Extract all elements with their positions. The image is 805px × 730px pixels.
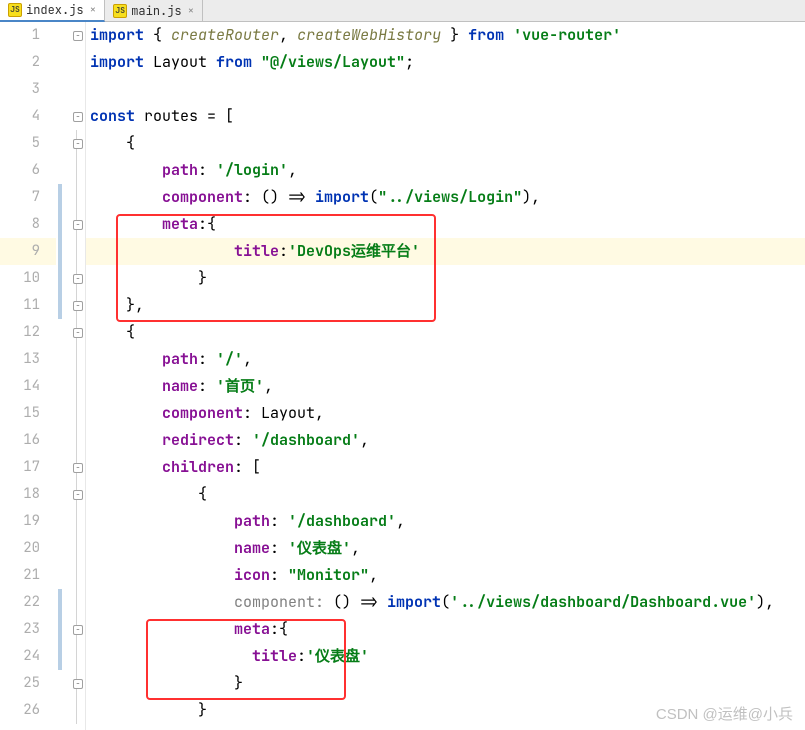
js-icon: JS <box>113 4 127 18</box>
line-number[interactable]: 14 <box>0 373 56 400</box>
line-number[interactable]: 24 <box>0 643 56 670</box>
code-line[interactable]: title:'DevOps运维平台' <box>86 238 805 265</box>
line-number[interactable]: 1 <box>0 22 56 49</box>
code-line[interactable]: path: '/login', <box>86 157 805 184</box>
line-number[interactable]: 11 <box>0 292 56 319</box>
line-number[interactable]: 22 <box>0 589 56 616</box>
line-number[interactable]: 5 <box>0 130 56 157</box>
line-number[interactable]: 3 <box>0 76 56 103</box>
code-line[interactable]: const routes = [ <box>86 103 805 130</box>
code-line[interactable]: meta:{ <box>86 211 805 238</box>
editor: 1 2 3 4 5 6 7 8 9 10 11 12 13 14 15 16 1… <box>0 22 805 730</box>
code-line[interactable]: children: [ <box>86 454 805 481</box>
fold-icon[interactable]: − <box>73 679 83 689</box>
code-line[interactable]: path: '/dashboard', <box>86 508 805 535</box>
line-number[interactable]: 25 <box>0 670 56 697</box>
code-line[interactable]: redirect: '/dashboard', <box>86 427 805 454</box>
line-number[interactable]: 15 <box>0 400 56 427</box>
code-line[interactable]: } <box>86 697 805 724</box>
line-number[interactable]: 2 <box>0 49 56 76</box>
line-number[interactable]: 12 <box>0 319 56 346</box>
code-line[interactable]: { <box>86 130 805 157</box>
code-line[interactable]: name: '首页', <box>86 373 805 400</box>
line-number[interactable]: 10 <box>0 265 56 292</box>
line-number[interactable]: 4 <box>0 103 56 130</box>
change-markers <box>56 22 70 730</box>
code-line[interactable] <box>86 76 805 103</box>
code-line[interactable]: { <box>86 319 805 346</box>
code-line[interactable]: } <box>86 670 805 697</box>
line-number[interactable]: 7 <box>0 184 56 211</box>
tab-index-js[interactable]: JS index.js × <box>0 0 105 22</box>
tab-label: main.js <box>131 3 181 19</box>
fold-icon[interactable]: − <box>73 490 83 500</box>
close-icon[interactable]: × <box>90 3 97 17</box>
fold-icon[interactable]: − <box>73 301 83 311</box>
code-line[interactable]: }, <box>86 292 805 319</box>
line-number[interactable]: 6 <box>0 157 56 184</box>
fold-icon[interactable]: − <box>73 112 83 122</box>
line-number[interactable]: 23 <box>0 616 56 643</box>
code-line[interactable]: component: () => import('../views/dashbo… <box>86 589 805 616</box>
code-line[interactable]: path: '/', <box>86 346 805 373</box>
line-gutter: 1 2 3 4 5 6 7 8 9 10 11 12 13 14 15 16 1… <box>0 22 56 730</box>
code-line[interactable]: title:'仪表盘' <box>86 643 805 670</box>
code-line[interactable]: component: () => import("../views/Login"… <box>86 184 805 211</box>
fold-icon[interactable]: − <box>73 274 83 284</box>
line-number[interactable]: 18 <box>0 481 56 508</box>
fold-icon[interactable]: − <box>73 220 83 230</box>
line-number[interactable]: 9 <box>0 238 56 265</box>
fold-icon[interactable]: − <box>73 463 83 473</box>
code-line[interactable]: icon: "Monitor", <box>86 562 805 589</box>
fold-icon[interactable]: − <box>73 139 83 149</box>
line-number[interactable]: 20 <box>0 535 56 562</box>
code-line[interactable]: meta:{ <box>86 616 805 643</box>
fold-icon[interactable]: − <box>73 31 83 41</box>
code-area[interactable]: import { createRouter, createWebHistory … <box>86 22 805 730</box>
tab-label: index.js <box>26 2 84 18</box>
line-number[interactable]: 21 <box>0 562 56 589</box>
code-line[interactable]: } <box>86 265 805 292</box>
code-line[interactable]: import Layout from "@/views/Layout"; <box>86 49 805 76</box>
line-number[interactable]: 8 <box>0 211 56 238</box>
code-line[interactable]: import { createRouter, createWebHistory … <box>86 22 805 49</box>
code-line[interactable]: component: Layout, <box>86 400 805 427</box>
code-line[interactable]: { <box>86 481 805 508</box>
line-number[interactable]: 17 <box>0 454 56 481</box>
fold-gutter: − − − − − − − − − − − <box>70 22 86 730</box>
line-number[interactable]: 13 <box>0 346 56 373</box>
line-number[interactable]: 16 <box>0 427 56 454</box>
fold-icon[interactable]: − <box>73 625 83 635</box>
close-icon[interactable]: × <box>188 4 195 18</box>
tab-bar: JS index.js × JS main.js × <box>0 0 805 22</box>
code-line[interactable]: name: '仪表盘', <box>86 535 805 562</box>
js-icon: JS <box>8 3 22 17</box>
tab-main-js[interactable]: JS main.js × <box>105 0 203 21</box>
line-number[interactable]: 19 <box>0 508 56 535</box>
line-number[interactable]: 26 <box>0 697 56 724</box>
fold-icon[interactable]: − <box>73 328 83 338</box>
